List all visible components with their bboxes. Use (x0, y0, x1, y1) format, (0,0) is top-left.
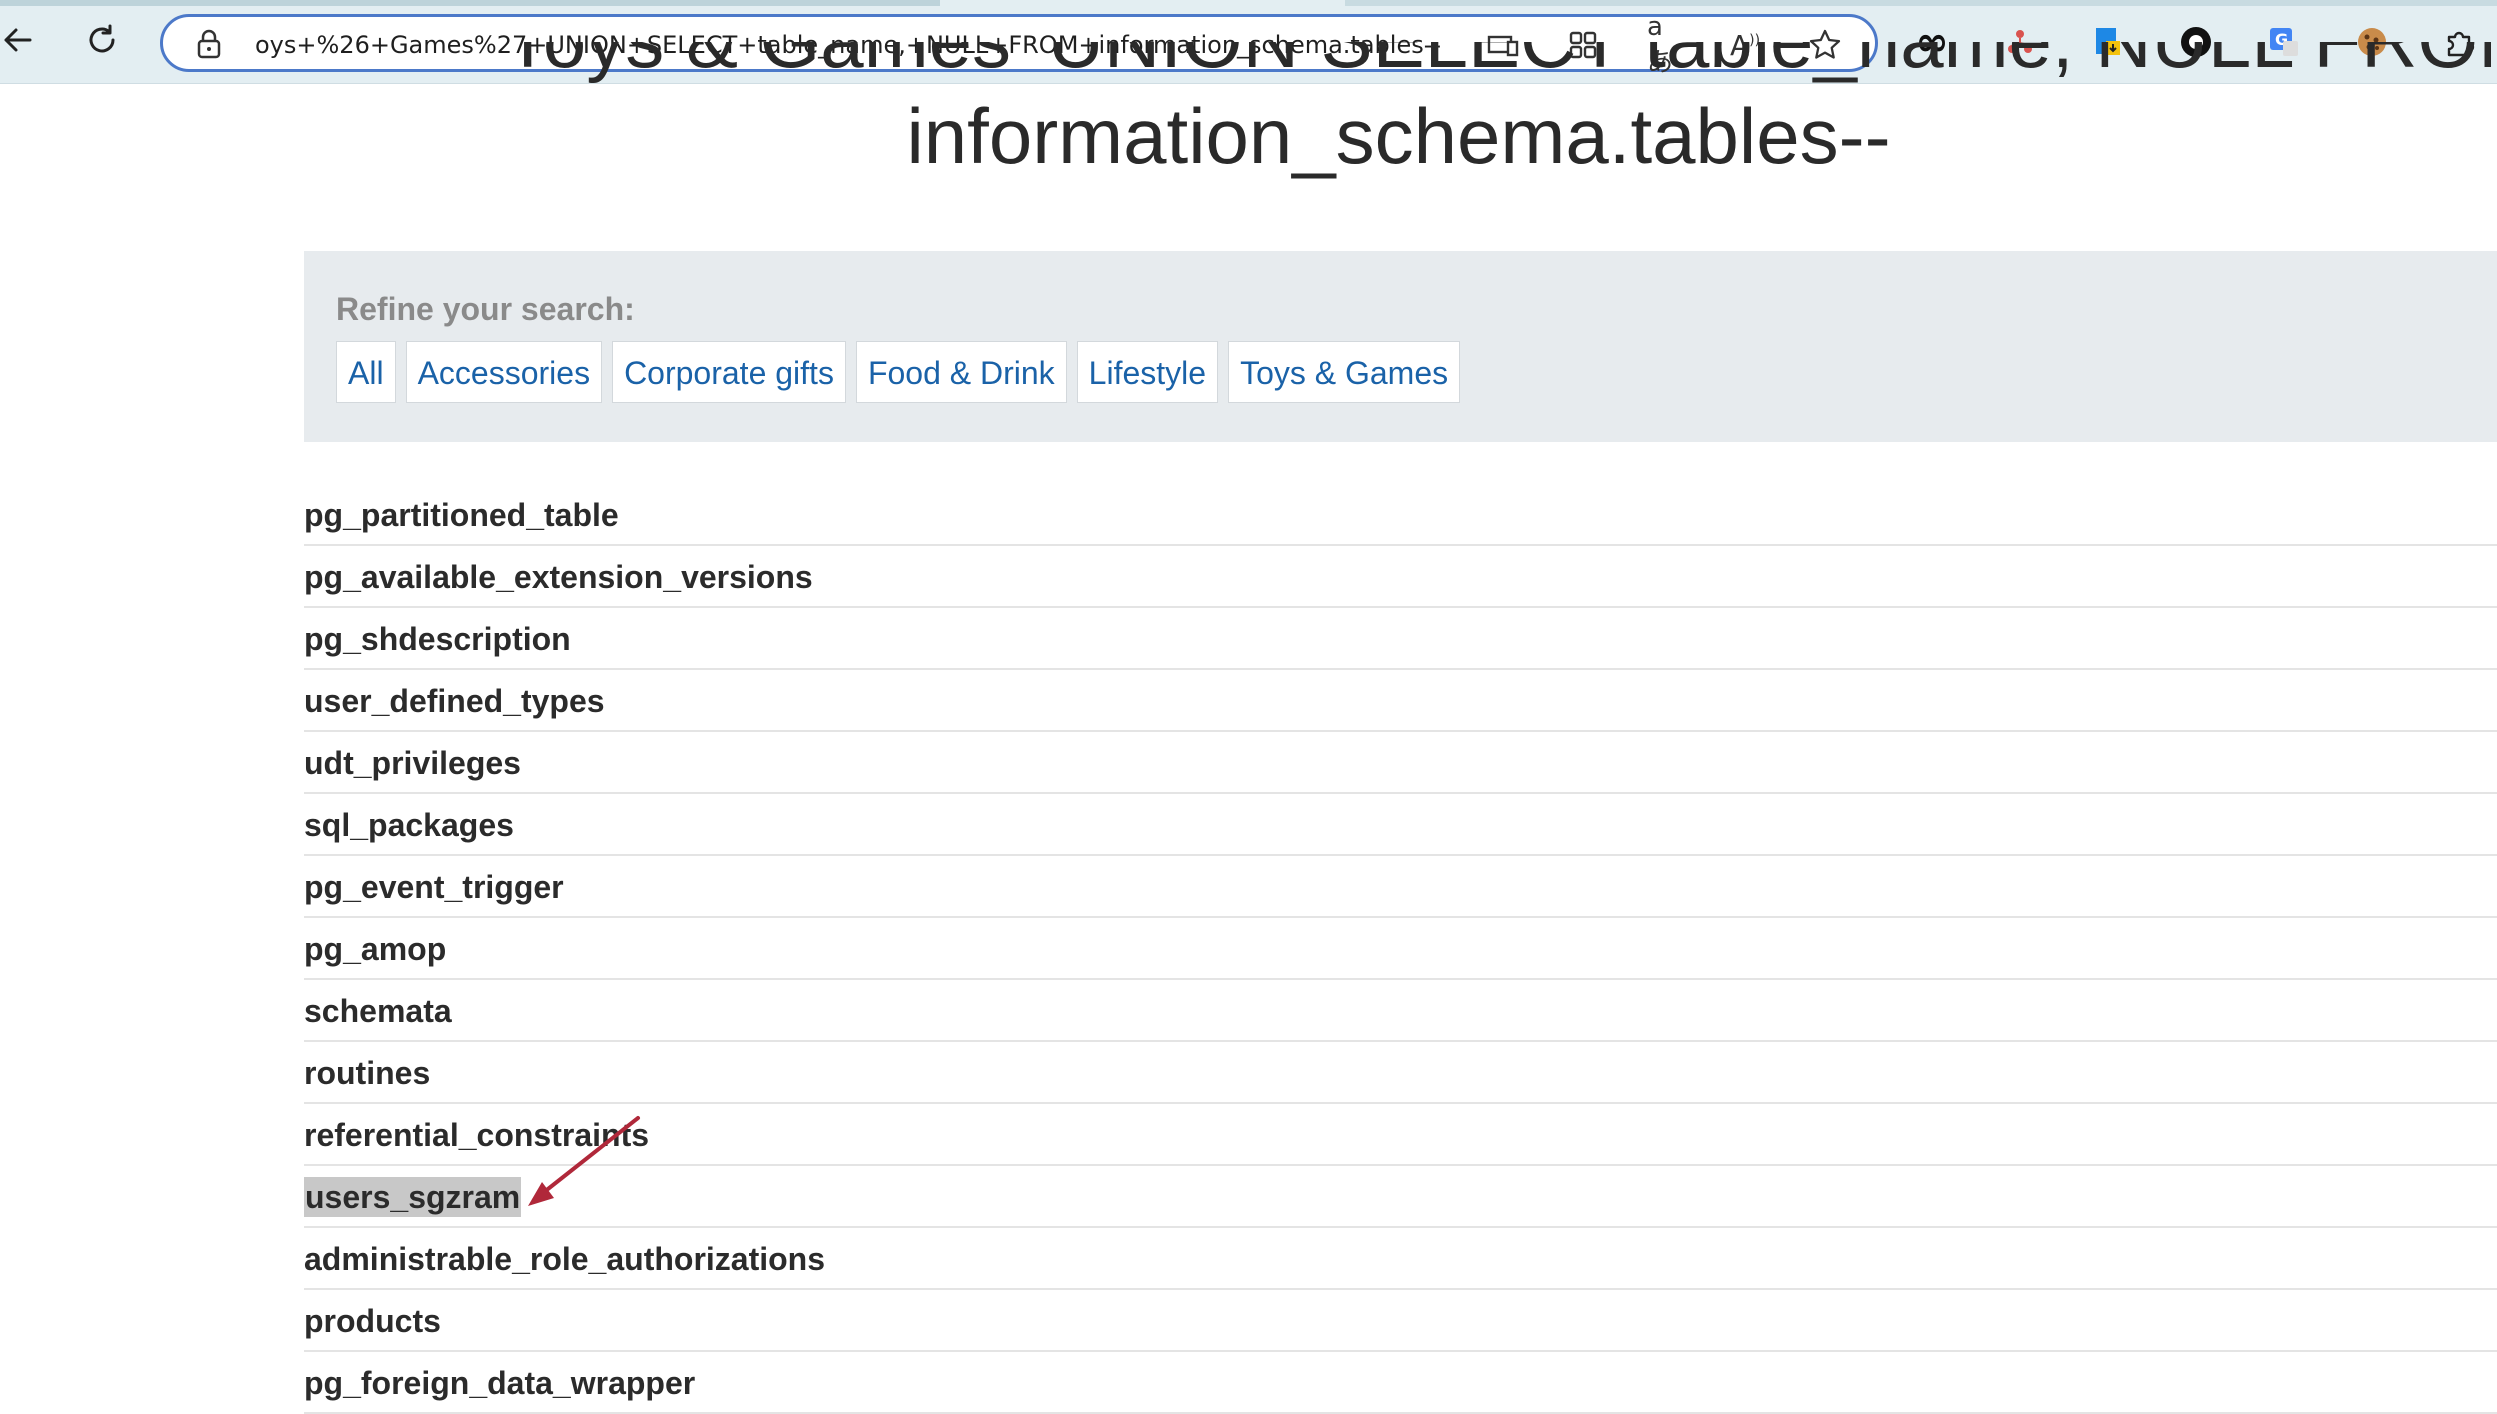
list-item: pg_amop (304, 918, 2497, 980)
table-name: pg_foreign_data_wrapper (304, 1365, 696, 1401)
table-name-highlighted: users_sgzram (304, 1177, 522, 1217)
filter-panel: Refine your search: All Accessories Corp… (304, 251, 2497, 442)
table-name: pg_amop (304, 931, 447, 967)
filter-label: Refine your search: (336, 291, 635, 327)
filter-corporate-gifts[interactable]: Corporate gifts (612, 341, 846, 403)
list-item: sql_packages (304, 794, 2497, 856)
table-name: udt_privileges (304, 745, 521, 781)
list-item: user_defined_types (304, 670, 2497, 732)
list-item: pg_partitioned_table (304, 484, 2497, 546)
table-name: pg_event_trigger (304, 869, 564, 905)
table-name: pg_shdescription (304, 621, 571, 657)
table-name: routines (304, 1055, 431, 1091)
list-item: pg_shdescription (304, 608, 2497, 670)
table-name: products (304, 1303, 441, 1339)
table-name: pg_partitioned_table (304, 497, 619, 533)
list-item: pg_foreign_data_wrapper (304, 1352, 2497, 1414)
list-item: schemata (304, 980, 2497, 1042)
lock-icon[interactable] (195, 29, 223, 59)
list-item: routines (304, 1042, 2497, 1104)
table-name: sql_packages (304, 807, 514, 843)
table-name: administrable_role_authorizations (304, 1241, 826, 1277)
filter-lifestyle[interactable]: Lifestyle (1076, 341, 1219, 403)
list-item: pg_available_extension_versions (304, 546, 2497, 608)
table-name: pg_available_extension_versions (304, 559, 813, 595)
category-filters: All Accessories Corporate gifts Food & D… (336, 341, 1461, 403)
list-item: administrable_role_authorizations (304, 1228, 2497, 1290)
list-item: products (304, 1290, 2497, 1352)
page-title-line2: information_schema.tables-- (906, 92, 1891, 180)
table-name: user_defined_types (304, 683, 605, 719)
filter-food-drink[interactable]: Food & Drink (855, 341, 1067, 403)
tab-strip (0, 0, 2497, 6)
filter-toys-games[interactable]: Toys & Games (1228, 341, 1461, 403)
filter-all[interactable]: All (336, 341, 396, 403)
tab-strip-segment (0, 0, 940, 6)
annotation-arrow-icon (528, 1116, 640, 1206)
filter-accessories[interactable]: Accessories (405, 341, 603, 403)
results-list: pg_partitioned_table pg_available_extens… (304, 484, 2497, 1414)
list-item: udt_privileges (304, 732, 2497, 794)
tab-strip-segment (1345, 0, 2497, 6)
page-title: Toys & Games' UNION SELECT table_name, N… (300, 42, 2497, 182)
table-name: schemata (304, 993, 452, 1029)
back-icon[interactable] (0, 16, 42, 64)
page-title-line1: Toys & Games' UNION SELECT table_name, N… (300, 42, 2497, 88)
refresh-icon[interactable] (78, 16, 126, 64)
list-item: pg_event_trigger (304, 856, 2497, 918)
